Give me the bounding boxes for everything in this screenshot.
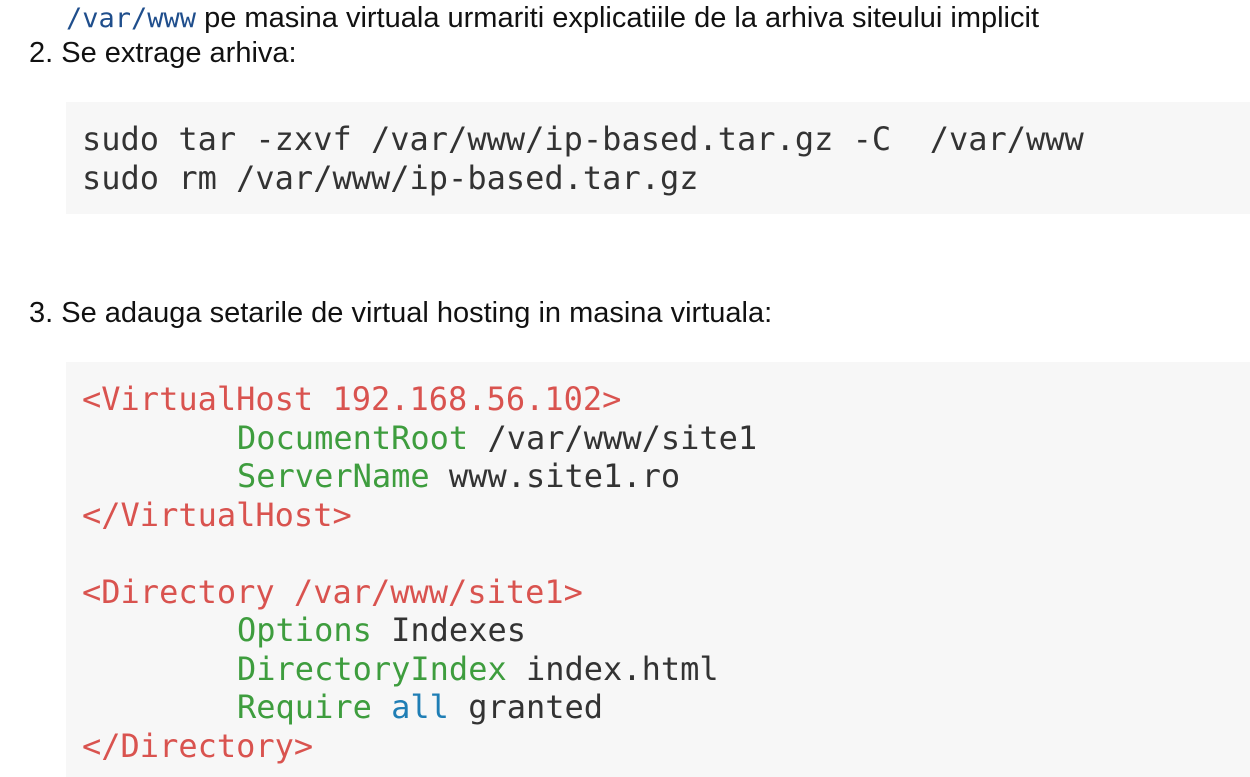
code-line-options: Options Indexes (82, 611, 1250, 650)
code-line: sudo tar -zxvf /var/www/ip-based.tar.gz … (82, 120, 1084, 158)
require-value: granted (448, 688, 604, 726)
step-2: 2. Se extrage arhiva: (29, 35, 297, 71)
options-value: Indexes (371, 611, 526, 649)
server-name-directive: ServerName (237, 457, 430, 495)
vhost-open-tag: <VirtualHost 192.168.56.102> (82, 380, 622, 418)
options-directive: Options (237, 611, 372, 649)
code-line-vhost-close: </VirtualHost> (82, 496, 1250, 535)
step-3-text: Se adauga setarile de virtual hosting in… (53, 297, 773, 329)
intro-text: pe masina virtuala urmariti explicatiile… (196, 2, 1040, 34)
code-line-require: Require all granted (82, 688, 1250, 727)
code-line-document-root: DocumentRoot /var/www/site1 (82, 419, 1250, 458)
directory-close-tag: </Directory> (82, 726, 314, 765)
require-directive: Require (237, 688, 372, 726)
step-3: 3. Se adauga setarile de virtual hosting… (29, 295, 772, 331)
inline-code-path: /var/www (66, 3, 197, 34)
directory-index-value: index.html (506, 649, 719, 688)
code-line-dir-open: <Directory /var/www/site1> (82, 573, 1250, 612)
code-block-vhost: <VirtualHost 192.168.56.102> DocumentRoot… (66, 362, 1250, 777)
step-3-number: 3. (29, 297, 54, 329)
code-block-extract: sudo tar -zxvf /var/www/ip-based.tar.gz … (66, 102, 1250, 214)
server-name-value: www.site1.ro (429, 457, 681, 495)
code-line-directory-index: DirectoryIndex index.html (82, 650, 1250, 689)
vhost-close-tag: </VirtualHost> (82, 495, 352, 534)
code-line-dir-close: </Directory> (82, 727, 1250, 766)
code-line: sudo rm /var/www/ip-based.tar.gz (82, 158, 699, 197)
step-2-number: 2. (29, 37, 54, 69)
directory-open-tag: <Directory /var/www/site1> (82, 572, 583, 611)
require-all-keyword: all (371, 688, 449, 726)
code-line-blank: ​ (82, 534, 1250, 573)
document-root-directive: DocumentRoot (237, 418, 469, 457)
step-2-text: Se extrage arhiva: (53, 37, 297, 69)
directory-index-directive: DirectoryIndex (237, 649, 507, 688)
document-root-value: /var/www/site1 (468, 418, 758, 457)
code-line-server-name: ServerName www.site1.ro (82, 457, 1250, 496)
intro-line: /var/www pe masina virtuala urmariti exp… (66, 0, 1039, 37)
code-line-vhost-open: <VirtualHost 192.168.56.102> (82, 380, 1250, 419)
